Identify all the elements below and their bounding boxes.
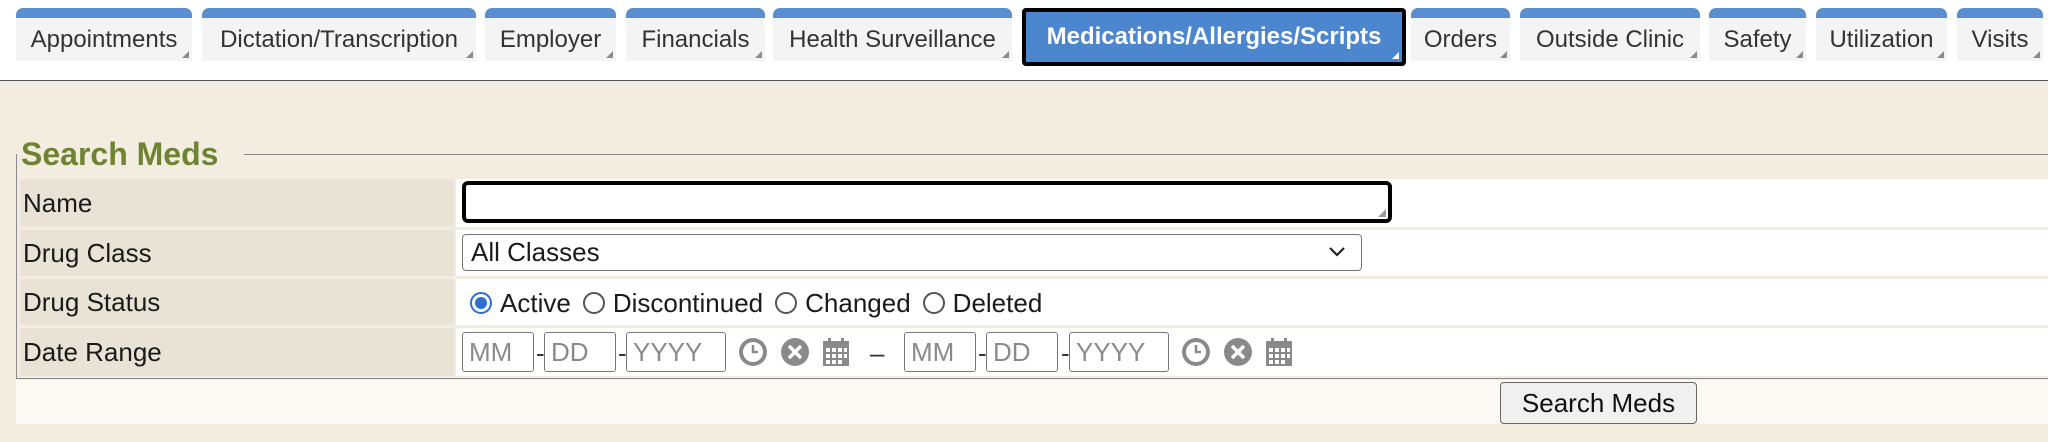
radio-discontinued[interactable]: [582, 292, 605, 314]
calendar-icon[interactable]: [1263, 336, 1295, 368]
radio-changed-label[interactable]: Changed: [805, 288, 911, 319]
tab-label: Employer: [499, 25, 602, 53]
drug-class-selected: All Classes: [471, 237, 600, 267]
chevron-down-icon: [1329, 247, 1345, 257]
search-meds-legend: Search Meds: [21, 136, 225, 173]
drug-status-label: Drug Status: [20, 279, 454, 325]
clock-icon[interactable]: [1180, 336, 1212, 368]
tab-bar: Appointments Dictation/Transcription Emp…: [0, 0, 2048, 81]
radio-discontinued-label[interactable]: Discontinued: [613, 288, 763, 319]
clear-icon[interactable]: [1222, 336, 1254, 368]
end-month-placeholder: MM: [911, 336, 955, 367]
tab-label: Outside Clinic: [1535, 25, 1685, 53]
radio-deleted[interactable]: [922, 292, 945, 314]
start-month-input[interactable]: MM: [462, 332, 534, 372]
end-year-input[interactable]: YYYY: [1069, 332, 1169, 372]
tab-dictation-transcription[interactable]: Dictation/Transcription: [202, 8, 476, 61]
search-meds-button[interactable]: Search Meds: [1500, 382, 1697, 424]
end-month-input[interactable]: MM: [904, 332, 976, 372]
tab-safety[interactable]: Safety: [1709, 8, 1806, 61]
fieldset-border-top: [244, 154, 2048, 155]
end-year-placeholder: YYYY: [1076, 336, 1146, 367]
drug-class-label: Drug Class: [20, 230, 454, 276]
tab-appointments[interactable]: Appointments: [16, 8, 192, 61]
name-input[interactable]: [462, 181, 1392, 223]
clear-icon[interactable]: [779, 336, 811, 368]
tab-health-surveillance[interactable]: Health Surveillance: [773, 8, 1012, 61]
clock-icon[interactable]: [737, 336, 769, 368]
radio-active[interactable]: [470, 292, 492, 314]
tab-medications-allergies-scripts[interactable]: Medications/Allergies/Scripts: [1022, 8, 1406, 66]
tab-label: Appointments: [30, 25, 178, 53]
tab-label: Medications/Allergies/Scripts: [1046, 23, 1382, 50]
action-bar: [16, 380, 2048, 424]
tab-label: Visits: [1971, 25, 2029, 53]
radio-active-label[interactable]: Active: [500, 288, 571, 319]
start-day-placeholder: DD: [551, 336, 589, 367]
tab-label: Safety: [1723, 25, 1792, 53]
start-day-input[interactable]: DD: [544, 332, 616, 372]
date-range-separator: –: [870, 338, 885, 368]
tab-label: Financials: [641, 25, 750, 53]
tab-outside-clinic[interactable]: Outside Clinic: [1520, 8, 1700, 61]
tab-label: Orders: [1423, 25, 1498, 53]
tab-label: Health Surveillance: [789, 25, 996, 53]
tab-employer[interactable]: Employer: [485, 8, 616, 61]
start-year-placeholder: YYYY: [633, 336, 703, 367]
fieldset-border-bottom: [16, 378, 2048, 379]
radio-changed[interactable]: [775, 292, 798, 314]
tab-financials[interactable]: Financials: [626, 8, 765, 61]
start-year-input[interactable]: YYYY: [626, 332, 726, 372]
tab-visits[interactable]: Visits: [1957, 8, 2043, 61]
tab-utilization[interactable]: Utilization: [1816, 8, 1947, 61]
date-range-label: Date Range: [20, 328, 454, 376]
drug-class-select[interactable]: All Classes: [462, 234, 1362, 271]
tab-label: Dictation/Transcription: [220, 25, 458, 53]
fieldset-border-left: [16, 154, 17, 378]
drug-status-radio-group: Active Discontinued Changed Deleted: [470, 285, 1054, 321]
radio-deleted-label[interactable]: Deleted: [953, 288, 1043, 319]
start-month-placeholder: MM: [469, 336, 513, 367]
name-label: Name: [20, 179, 454, 227]
calendar-icon[interactable]: [820, 336, 852, 368]
tab-orders[interactable]: Orders: [1411, 8, 1510, 61]
tab-label: Utilization: [1829, 25, 1934, 53]
end-day-input[interactable]: DD: [986, 332, 1058, 372]
end-day-placeholder: DD: [993, 336, 1031, 367]
